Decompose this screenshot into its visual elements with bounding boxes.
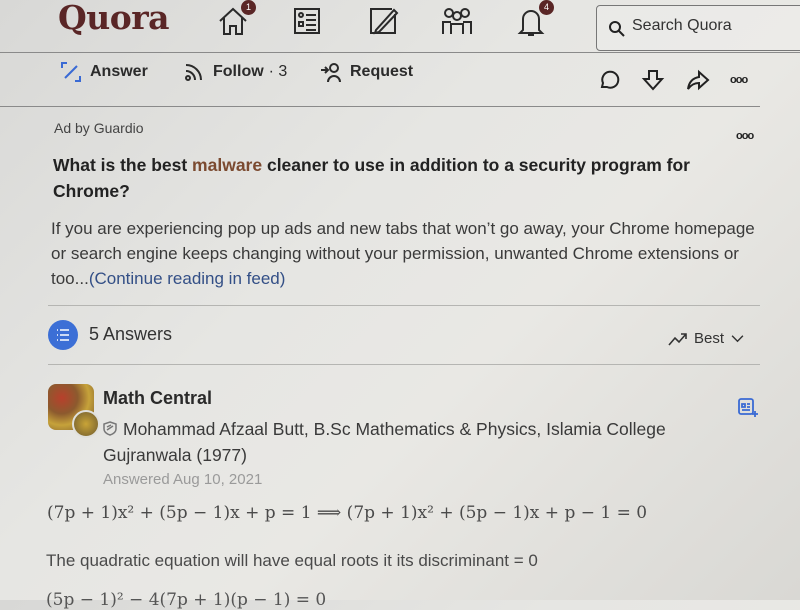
top-navigation: Quora 1 4 bbox=[0, 0, 800, 52]
search-icon bbox=[609, 21, 625, 37]
author-avatar[interactable] bbox=[72, 410, 100, 438]
rss-icon bbox=[185, 64, 202, 81]
trending-icon bbox=[668, 332, 687, 346]
ad-more-options-icon[interactable]: ooo bbox=[736, 130, 754, 142]
spaces-icon[interactable] bbox=[440, 4, 474, 38]
math-equation: (7p + 1)x² + (5p − 1)x + p = 1 ⟹ (7p + 1… bbox=[47, 503, 648, 523]
chevron-down-icon bbox=[731, 335, 744, 343]
answers-divider bbox=[48, 364, 760, 365]
comment-icon[interactable] bbox=[597, 68, 621, 92]
follow-button[interactable]: Follow · 3 bbox=[183, 61, 287, 83]
follow-space-icon[interactable] bbox=[736, 396, 758, 418]
home-icon[interactable]: 1 bbox=[216, 0, 256, 38]
follow-count: · 3 bbox=[268, 63, 288, 80]
answer-button[interactable]: Answer bbox=[60, 61, 148, 83]
search-input[interactable] bbox=[630, 16, 800, 36]
answer-author: Math Central Mohammad Afzaal Butt, B.Sc … bbox=[48, 384, 768, 494]
answers-header: 5 Answers Best bbox=[48, 318, 758, 352]
quora-logo[interactable]: Quora bbox=[58, 0, 170, 37]
continue-reading-link[interactable]: (Continue reading in feed) bbox=[89, 269, 286, 288]
share-icon[interactable] bbox=[686, 68, 710, 92]
request-label: Request bbox=[350, 63, 414, 80]
following-icon[interactable] bbox=[290, 4, 324, 38]
question-action-bar: Answer Follow · 3 Request ooo bbox=[0, 52, 800, 102]
more-options-icon[interactable]: ooo bbox=[730, 74, 748, 86]
shield-icon bbox=[103, 421, 117, 436]
answer-icon[interactable] bbox=[366, 4, 400, 38]
action-divider bbox=[0, 106, 760, 107]
ad-divider bbox=[48, 305, 760, 306]
downvote-icon[interactable] bbox=[641, 68, 665, 92]
sort-dropdown[interactable]: Best bbox=[668, 330, 744, 347]
credential-text: Mohammad Afzaal Butt, B.Sc Mathematics &… bbox=[103, 419, 666, 465]
request-user-icon bbox=[321, 63, 341, 83]
author-credential[interactable]: Mohammad Afzaal Butt, B.Sc Mathematics &… bbox=[103, 416, 723, 468]
ad-label: Ad by Guardio bbox=[54, 120, 144, 136]
space-name[interactable]: Math Central bbox=[103, 388, 212, 409]
home-badge: 1 bbox=[241, 0, 256, 15]
answer-text: The quadratic equation will have equal r… bbox=[46, 551, 538, 570]
sort-label: Best bbox=[694, 330, 725, 347]
answers-count: 5 Answers bbox=[89, 324, 173, 344]
notifications-badge: 4 bbox=[539, 0, 554, 15]
answers-list-icon bbox=[48, 320, 78, 350]
ad-body: If you are experiencing pop up ads and n… bbox=[51, 216, 771, 291]
search-box[interactable] bbox=[596, 5, 800, 51]
answer-text-cutoff: (5p − 1)² − 4(7p + 1)(p − 1) = 0 bbox=[46, 590, 327, 610]
title-text: What is the best bbox=[53, 155, 193, 175]
answer-label: Answer bbox=[90, 63, 148, 80]
pencil-icon bbox=[61, 62, 81, 82]
request-button[interactable]: Request bbox=[320, 61, 413, 83]
notifications-icon[interactable]: 4 bbox=[514, 0, 554, 38]
title-highlight: malware bbox=[192, 155, 263, 175]
follow-label: Follow bbox=[213, 63, 264, 80]
answer-date[interactable]: Answered Aug 10, 2021 bbox=[103, 471, 262, 488]
ad-question-title[interactable]: What is the best malware cleaner to use … bbox=[53, 152, 753, 204]
